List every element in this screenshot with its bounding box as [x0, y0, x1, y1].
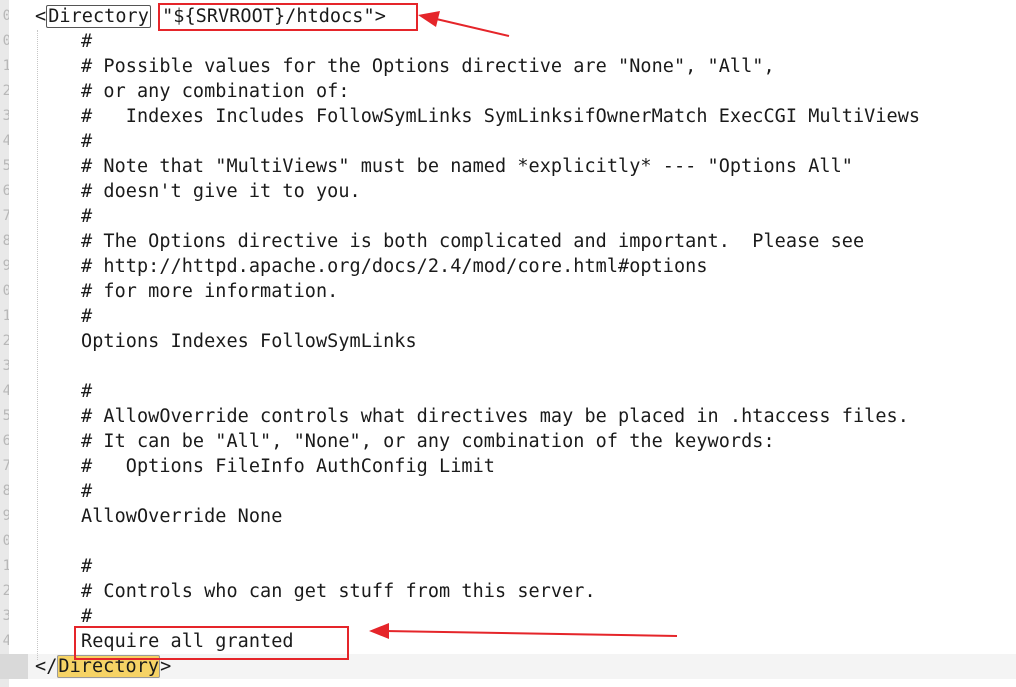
code-line[interactable]: # It can be "All", "None", or any combin…	[35, 429, 775, 454]
tag-bracket-open: <	[35, 6, 47, 27]
code-line[interactable]: # Possible values for the Options direct…	[35, 54, 775, 79]
code-line-allowoverride[interactable]: AllowOverride None	[35, 504, 282, 529]
current-line-gutter-marker	[0, 654, 28, 679]
code-line[interactable]: # Indexes Includes FollowSymLinks SymLin…	[35, 104, 920, 129]
code-line[interactable]: #	[35, 204, 92, 229]
line-number: 3	[2, 108, 9, 124]
line-number: 5	[2, 408, 9, 424]
annotation-box-path	[158, 3, 418, 31]
code-line[interactable]: # Note that "MultiViews" must be named *…	[35, 154, 853, 179]
code-line[interactable]: #	[35, 129, 92, 154]
line-number: 0	[2, 533, 9, 549]
line-number-gutter: 0 0 1 2 3 4 5 6 7 8 9 0 1 2 3 4 5 6 7 8 …	[0, 0, 9, 687]
annotation-arrow-bottom	[369, 623, 678, 639]
code-line[interactable]: # http://httpd.apache.org/docs/2.4/mod/c…	[35, 254, 708, 279]
code-line[interactable]: #	[35, 29, 92, 54]
line-number: 6	[2, 433, 9, 449]
code-line-empty[interactable]	[35, 354, 81, 379]
code-line[interactable]: # for more information.	[35, 279, 338, 304]
directory-tag-name: Directory	[46, 5, 151, 28]
code-line-empty[interactable]	[35, 529, 81, 554]
line-number: 0	[2, 8, 9, 24]
line-number: 0	[2, 33, 9, 49]
line-number: 2	[2, 333, 9, 349]
code-line[interactable]: # or any combination of:	[35, 79, 350, 104]
annotation-box-require	[74, 626, 349, 660]
line-number: 6	[2, 183, 9, 199]
code-line[interactable]: #	[35, 304, 92, 329]
line-number: 3	[2, 608, 9, 624]
code-line[interactable]: # The Options directive is both complica…	[35, 229, 864, 254]
annotation-arrow-top	[418, 11, 510, 37]
code-line[interactable]: # AllowOverride controls what directives…	[35, 404, 909, 429]
line-number: 2	[2, 583, 9, 599]
line-number: 4	[2, 133, 9, 149]
line-number: 9	[2, 508, 9, 524]
line-number: 1	[2, 558, 9, 574]
line-number: 7	[2, 208, 9, 224]
code-line[interactable]: #	[35, 379, 92, 404]
line-number: 8	[2, 483, 9, 499]
line-number: 0	[2, 283, 9, 299]
code-line[interactable]: #	[35, 554, 92, 579]
line-number: 1	[2, 308, 9, 324]
line-number: 4	[2, 383, 9, 399]
line-number: 7	[2, 458, 9, 474]
code-line[interactable]: # Options FileInfo AuthConfig Limit	[35, 454, 495, 479]
line-number: 5	[2, 158, 9, 174]
tag-bracket-open: </	[35, 656, 58, 677]
code-line[interactable]: # Controls who can get stuff from this s…	[35, 579, 596, 604]
code-line-options[interactable]: Options Indexes FollowSymLinks	[35, 329, 417, 354]
line-number: 3	[2, 358, 9, 374]
line-number: 1	[2, 58, 9, 74]
line-number: 2	[2, 83, 9, 99]
line-number: 9	[2, 258, 9, 274]
code-line[interactable]: # doesn't give it to you.	[35, 179, 361, 204]
code-line[interactable]: #	[35, 479, 92, 504]
line-number: 4	[2, 633, 9, 649]
line-number: 8	[2, 233, 9, 249]
